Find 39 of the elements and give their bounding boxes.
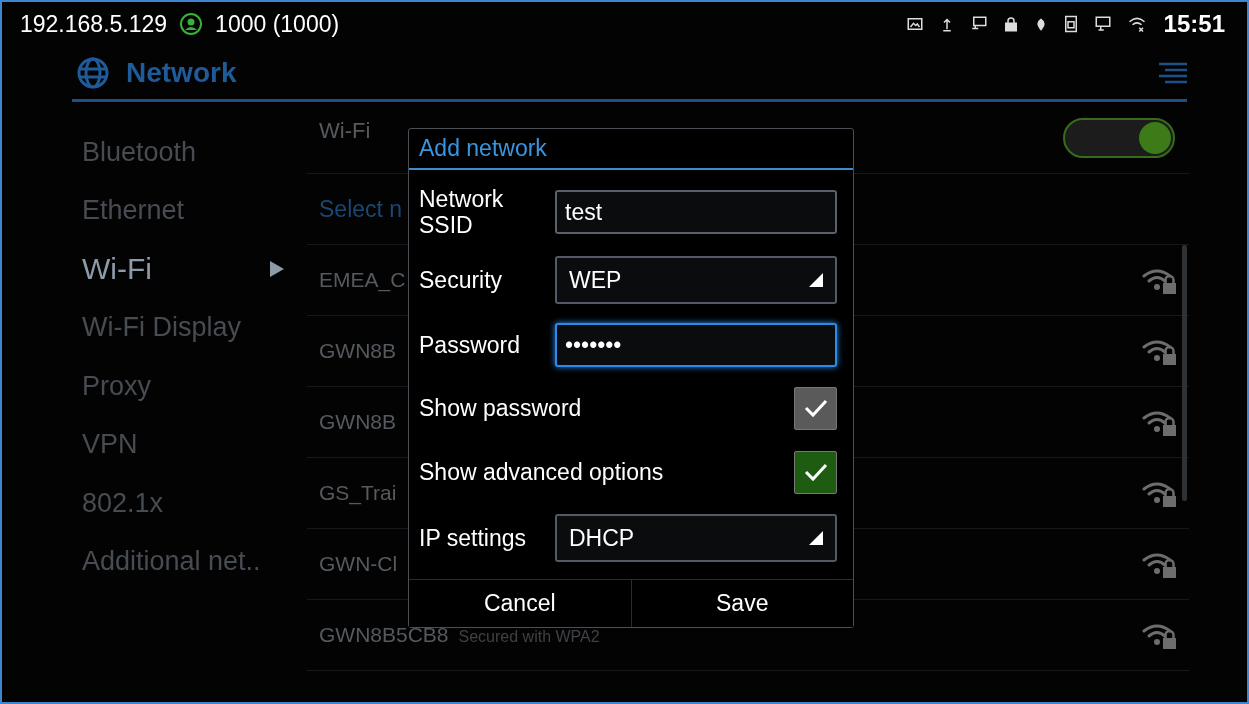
field-label: Security [419, 266, 504, 294]
picture-icon [905, 15, 924, 33]
wifi-label: Wi-Fi [319, 117, 371, 144]
dialog-title: Add network [409, 129, 853, 170]
arrow-right-icon [270, 261, 284, 278]
checkbox-label: Show advanced options [419, 458, 664, 486]
dropdown-field[interactable]: DHCP [555, 514, 837, 562]
account-icon [179, 12, 204, 36]
network-name: EMEA_C [319, 268, 406, 292]
ip-address: 192.168.5.129 [20, 10, 168, 38]
checkmark-icon [803, 462, 828, 482]
checkbox[interactable] [794, 450, 837, 494]
scrollbar[interactable] [1182, 245, 1187, 501]
sidebar-item[interactable]: Wi-Fi [82, 240, 314, 299]
dropdown-caret-icon [809, 273, 823, 287]
checkbox[interactable] [794, 386, 837, 430]
network-security: Secured with WPA2 [458, 628, 600, 646]
ethernet-icon [1093, 15, 1112, 33]
wifi-toggle[interactable] [1063, 117, 1175, 158]
text-field[interactable]: test [555, 190, 837, 234]
network-name: GS_Trai [319, 481, 397, 505]
checkbox-label: Show password [419, 394, 582, 422]
globe-icon [76, 55, 110, 90]
network-name: GWN-Cl [319, 552, 398, 576]
dialog-button[interactable]: Save [630, 580, 853, 627]
text-field[interactable]: ••••••• [555, 323, 837, 367]
menu-icon[interactable] [1159, 61, 1187, 84]
network-name: GWN8B [319, 410, 396, 434]
field-label: IP settings [419, 524, 527, 552]
clock: 15:51 [1163, 10, 1225, 38]
field-label: Network SSID [419, 185, 505, 239]
account-number: 1000 (1000) [215, 10, 340, 38]
checkmark-icon [803, 398, 828, 418]
dropdown-field[interactable]: WEP [555, 256, 837, 304]
dropdown-caret-icon [809, 531, 823, 545]
network-name: GWN8B [319, 339, 396, 363]
field-label: Password [419, 331, 521, 359]
section-label: Select n [319, 195, 403, 223]
page-title: Network [126, 56, 237, 89]
